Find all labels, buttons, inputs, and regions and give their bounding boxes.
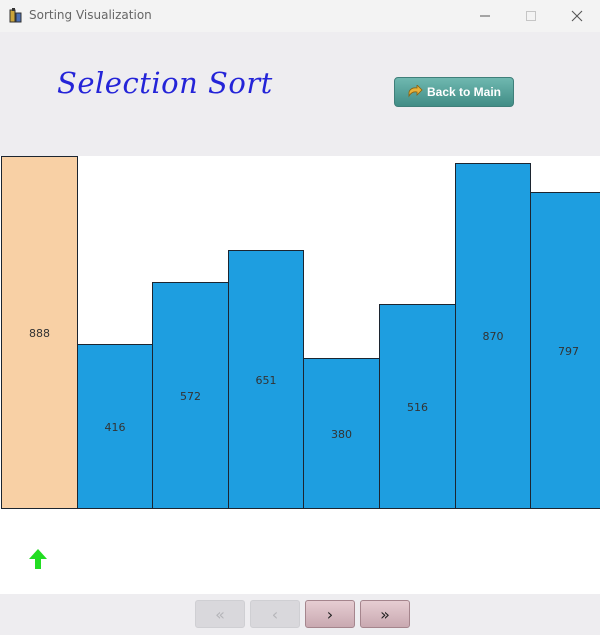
back-arrow-icon [408, 85, 423, 98]
app-icon [9, 8, 22, 23]
window-titlebar: Sorting Visualization [0, 0, 600, 32]
close-icon [571, 10, 583, 22]
bar-value-label: 797 [558, 345, 579, 358]
close-button[interactable] [554, 0, 600, 32]
bar-value-label: 651 [255, 374, 277, 387]
bar-value-label: 416 [104, 421, 126, 434]
bar-value-label: 888 [29, 327, 50, 340]
page-title: Selection Sort [57, 66, 273, 100]
bar: 516 [379, 304, 456, 509]
bar-highlighted: 888 [1, 156, 78, 509]
bar: 651 [228, 250, 304, 509]
back-to-main-button[interactable]: Back to Main [394, 77, 514, 107]
navigation-bar [0, 594, 600, 635]
bar: 870 [455, 163, 531, 509]
bar-value-label: 516 [407, 401, 428, 414]
previous-step-label: ‹ [271, 604, 279, 624]
window-title: Sorting Visualization [29, 8, 152, 22]
bar-value-label: 572 [180, 390, 201, 403]
back-to-main-label: Back to Main [426, 85, 501, 99]
bar: 380 [303, 358, 380, 509]
bar: 572 [152, 282, 229, 509]
bar: 797 [530, 192, 600, 509]
maximize-button[interactable] [508, 0, 554, 32]
bar: 416 [77, 344, 153, 509]
bar-value-label: 380 [331, 428, 352, 441]
last-step-button[interactable]: » [360, 600, 410, 628]
minimize-icon [480, 15, 490, 17]
first-step-label: « [215, 604, 225, 624]
pointer-panel [0, 509, 600, 593]
last-step-label: » [380, 604, 390, 624]
next-step-button[interactable]: › [305, 600, 355, 628]
next-step-label: › [326, 604, 334, 624]
minimize-button[interactable] [462, 0, 508, 32]
maximize-icon [526, 11, 536, 21]
arrow-up-icon [29, 549, 47, 569]
bar-value-label: 870 [482, 330, 504, 343]
bar-chart: 888 416 572 651 380 516 870 797 [0, 156, 600, 509]
previous-step-button[interactable]: ‹ [250, 600, 300, 628]
first-step-button[interactable]: « [195, 600, 245, 628]
